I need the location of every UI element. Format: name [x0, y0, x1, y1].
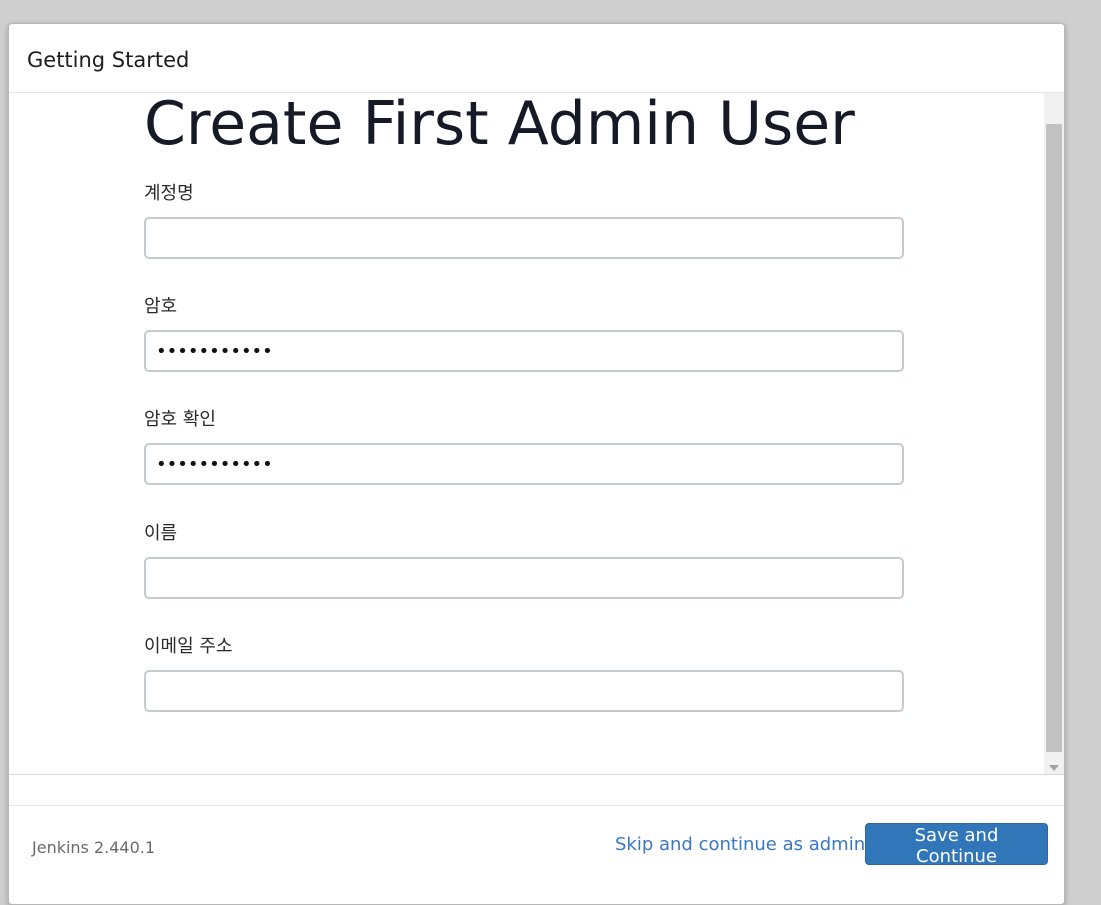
password-input[interactable]	[144, 330, 904, 372]
email-input[interactable]	[144, 670, 904, 712]
fullname-input[interactable]	[144, 557, 904, 599]
scroll-down-arrow-icon[interactable]	[1049, 765, 1059, 771]
dialog-title: Getting Started	[27, 48, 190, 72]
password-confirm-label: 암호 확인	[144, 409, 216, 430]
username-label: 계정명	[144, 183, 194, 204]
dialog-footer: Jenkins 2.440.1 Skip and continue as adm…	[9, 805, 1064, 904]
setup-dialog: Getting Started Create First Admin User …	[8, 23, 1065, 905]
email-label: 이메일 주소	[144, 636, 233, 657]
username-input[interactable]	[144, 217, 904, 259]
version-label: Jenkins 2.440.1	[32, 838, 156, 857]
scrollbar-thumb[interactable]	[1046, 124, 1062, 752]
fullname-label: 이름	[144, 523, 178, 544]
page-title: Create First Admin User	[144, 93, 855, 159]
save-and-continue-button[interactable]: Save and Continue	[865, 823, 1048, 867]
password-label: 암호	[144, 296, 178, 317]
content-scrollbar[interactable]	[1044, 93, 1064, 774]
dialog-content[interactable]: Create First Admin User 계정명 암호 암호 확인 이름 …	[9, 93, 1044, 774]
skip-link[interactable]: Skip and continue as admin	[615, 834, 865, 855]
password-confirm-input[interactable]	[144, 443, 904, 485]
dialog-header: Getting Started	[9, 24, 1064, 93]
content-divider	[9, 774, 1064, 775]
